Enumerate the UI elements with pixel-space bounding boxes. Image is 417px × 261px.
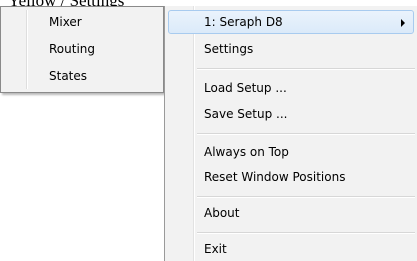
menu-item-label: About bbox=[204, 206, 240, 220]
menu-item-label: Load Setup ... bbox=[204, 81, 287, 95]
menu-item-always-on-top[interactable]: Always on Top bbox=[168, 140, 414, 164]
menu-item-save-setup[interactable]: Save Setup ... bbox=[168, 102, 414, 126]
menu-item-about[interactable]: About bbox=[168, 201, 414, 225]
menu-item-label: Save Setup ... bbox=[204, 107, 288, 121]
submenu-item-label: States bbox=[49, 69, 88, 83]
submenu-item-routing[interactable]: Routing bbox=[4, 38, 160, 60]
submenu-item-states[interactable]: States bbox=[4, 65, 160, 87]
menu-item-reset-window-positions[interactable]: Reset Window Positions bbox=[168, 165, 414, 189]
menu-item-label: Exit bbox=[204, 242, 227, 256]
context-menu: 1: Seraph D8 Settings Load Setup ... Sav… bbox=[164, 6, 417, 261]
menu-item-label: 1: Seraph D8 bbox=[204, 15, 283, 29]
submenu-item-label: Routing bbox=[49, 42, 96, 56]
menu-item-label: Settings bbox=[204, 42, 254, 56]
menu-item-load-setup[interactable]: Load Setup ... bbox=[168, 76, 414, 100]
submenu-item-label: Mixer bbox=[49, 15, 82, 29]
menu-item-settings[interactable]: Settings bbox=[168, 37, 414, 61]
submenu: Mixer Routing States bbox=[0, 6, 164, 93]
menu-item-device[interactable]: 1: Seraph D8 bbox=[168, 10, 414, 34]
menu-separator bbox=[197, 133, 415, 135]
menu-item-label: Always on Top bbox=[204, 145, 289, 159]
menu-separator bbox=[197, 232, 415, 234]
menu-separator bbox=[197, 196, 415, 198]
submenu-item-mixer[interactable]: Mixer bbox=[4, 11, 160, 33]
chevron-right-icon bbox=[401, 19, 405, 27]
menu-separator bbox=[197, 68, 415, 70]
menu-item-label: Reset Window Positions bbox=[204, 170, 346, 184]
menu-item-exit[interactable]: Exit bbox=[168, 237, 414, 261]
